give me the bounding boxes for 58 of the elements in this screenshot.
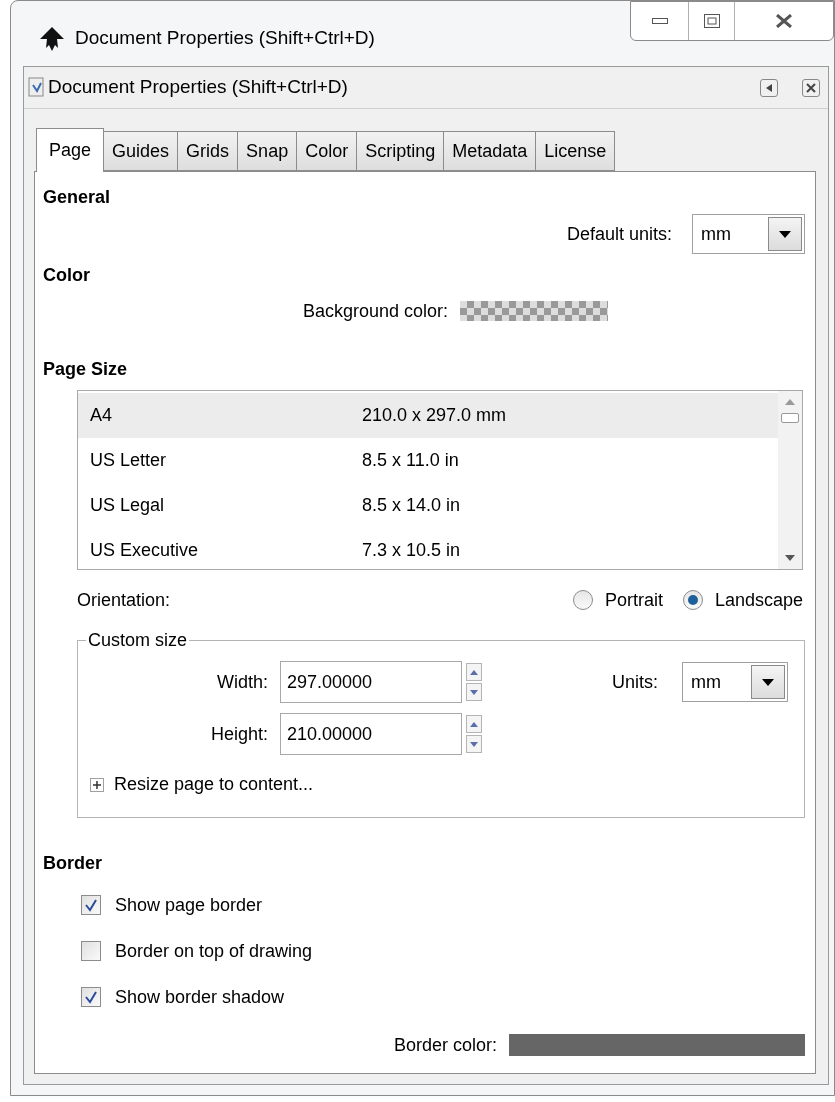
minimize-icon — [651, 18, 668, 24]
window-title: Document Properties (Shift+Ctrl+D) — [75, 26, 375, 51]
radio-label: Portrait — [604, 588, 663, 612]
units-dropdown[interactable]: mm — [682, 662, 788, 702]
checkbox[interactable] — [81, 895, 101, 915]
radio-button[interactable] — [682, 590, 703, 610]
scroll-down-icon[interactable] — [785, 555, 795, 561]
page-size-row[interactable]: US Legal 8.5 x 14.0 in — [78, 483, 778, 528]
field-label: Width: — [216, 670, 268, 694]
field-label: Border color: — [393, 1033, 497, 1057]
spin-buttons[interactable] — [466, 715, 482, 753]
page-size-row[interactable]: US Executive 7.3 x 10.5 in — [78, 528, 778, 569]
tab[interactable]: Page — [36, 128, 105, 172]
field-label: Units: — [612, 670, 658, 694]
tab[interactable]: Metadata — [444, 131, 537, 171]
page-size-row[interactable]: A4 210.0 x 297.0 mm — [78, 393, 778, 438]
background-color-swatch[interactable] — [460, 301, 609, 321]
close-icon — [775, 14, 793, 28]
document-properties-icon — [28, 76, 46, 99]
tab[interactable]: License — [536, 131, 616, 171]
height-field[interactable]: 210.00000 — [280, 713, 462, 755]
scroll-up-icon[interactable] — [785, 399, 795, 405]
maximize-icon — [703, 14, 720, 28]
left-triangle-icon — [766, 83, 772, 92]
field-label: Background color: — [303, 299, 449, 323]
tab[interactable]: Guides — [104, 131, 179, 171]
checkbox[interactable] — [81, 987, 101, 1007]
checkbox-label: Border on top of drawing — [115, 939, 313, 963]
expander-label[interactable]: Resize page to content... — [114, 771, 314, 798]
tab[interactable]: Grids — [178, 131, 239, 171]
radio-label: Landscape — [714, 588, 803, 612]
close-panel-button[interactable] — [802, 78, 820, 97]
close-icon — [806, 82, 816, 93]
spin-buttons[interactable] — [466, 663, 482, 701]
section-heading: Border — [43, 852, 102, 875]
panel-title: Document Properties (Shift+Ctrl+D) — [48, 75, 349, 100]
collapse-panel-button[interactable] — [760, 78, 778, 97]
width-field[interactable]: 297.00000 — [280, 661, 462, 703]
section-heading: Color — [43, 264, 90, 287]
radio-button[interactable] — [572, 590, 593, 610]
page-size-row[interactable]: US Letter 8.5 x 11.0 in — [78, 438, 778, 483]
section-heading: General — [43, 186, 111, 209]
border-color-swatch[interactable] — [509, 1034, 805, 1056]
field-label: Orientation: — [77, 588, 172, 612]
section-heading: Page Size — [43, 358, 128, 381]
checkbox[interactable] — [81, 941, 101, 961]
tab[interactable]: Color — [297, 131, 358, 171]
scrollbar[interactable] — [778, 391, 802, 569]
field-label: Default units: — [566, 222, 672, 246]
expander-icon[interactable] — [90, 777, 104, 792]
app-logo-icon — [39, 25, 65, 52]
checkbox-label: Show border shadow — [115, 985, 285, 1009]
units-dropdown[interactable]: mm — [692, 214, 805, 254]
tab[interactable]: Snap — [238, 131, 298, 171]
tab[interactable]: Scripting — [357, 131, 445, 171]
scroll-thumb[interactable] — [781, 413, 799, 423]
checkbox-label: Show page border — [115, 893, 263, 917]
field-label: Height: — [209, 722, 268, 746]
